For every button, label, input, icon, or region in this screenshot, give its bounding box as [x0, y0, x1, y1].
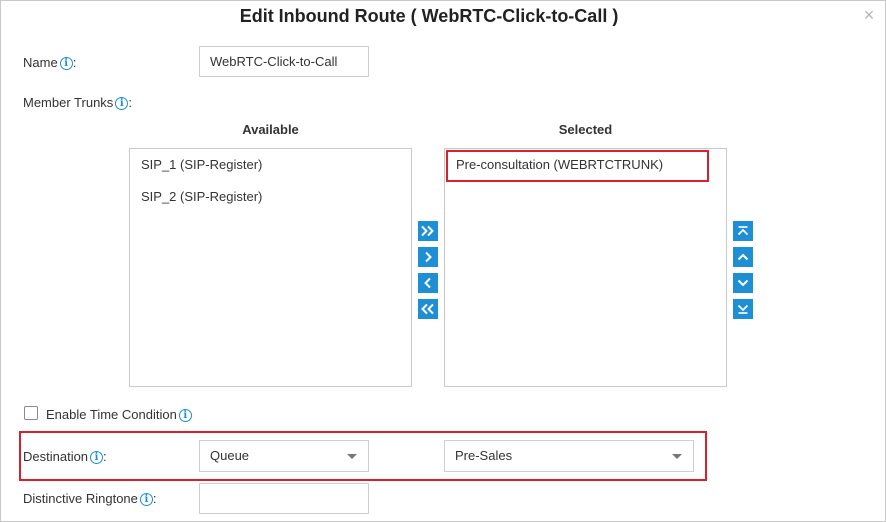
move-bottom-button[interactable] [733, 299, 753, 319]
destination-type-value: Queue [210, 448, 250, 463]
info-icon[interactable]: i [59, 57, 73, 70]
info-icon[interactable]: i [115, 97, 129, 110]
ringtone-label-text: Distinctive Ringtone [23, 491, 138, 506]
destination-label: Destination i: [23, 449, 107, 464]
chevron-down-icon [672, 454, 682, 459]
name-input[interactable]: WebRTC-Click-to-Call [199, 46, 369, 77]
move-top-button[interactable] [733, 221, 753, 241]
move-left-icon [424, 277, 431, 289]
selected-heading: Selected [558, 122, 613, 137]
move-top-icon [737, 226, 749, 236]
move-all-right-icon [421, 225, 434, 237]
destination-label-suffix: : [103, 449, 107, 464]
ringtone-label-suffix: : [152, 491, 157, 506]
close-icon[interactable]: × [861, 6, 877, 24]
selected-item-highlight [446, 150, 709, 182]
member-trunks-label-text: Member Trunks [23, 95, 114, 110]
time-condition-label-text: Enable Time Condition [46, 407, 177, 422]
move-right-icon [425, 251, 432, 263]
destination-label-text: Destination [23, 449, 89, 464]
name-label: Name i: [23, 55, 76, 70]
chevron-down-icon [347, 454, 357, 459]
move-down-icon [737, 279, 749, 287]
list-item[interactable]: SIP_1 (SIP-Register) [141, 157, 262, 172]
name-label-text: Name [23, 55, 58, 70]
destination-target-value: Pre-Sales [455, 448, 513, 463]
move-right-button[interactable] [418, 247, 438, 267]
info-icon[interactable]: i [178, 409, 192, 422]
selected-trunks-list[interactable]: Pre-consultation (WEBRTCTRUNK) [444, 148, 727, 387]
ringtone-input[interactable] [199, 483, 369, 514]
move-bottom-icon [737, 304, 749, 314]
destination-type-select[interactable]: Queue [199, 440, 369, 472]
time-condition-checkbox[interactable] [24, 406, 38, 420]
member-trunks-label: Member Trunks i: [23, 95, 132, 110]
move-all-left-icon [421, 303, 434, 315]
available-heading: Available [242, 122, 299, 137]
move-up-button[interactable] [733, 247, 753, 267]
member-trunks-label-suffix: : [128, 95, 132, 110]
info-icon[interactable]: i [90, 451, 104, 464]
info-icon[interactable]: i [139, 493, 153, 506]
edit-inbound-route-dialog: Edit Inbound Route ( WebRTC-Click-to-Cal… [0, 0, 886, 522]
move-down-button[interactable] [733, 273, 753, 293]
destination-target-select[interactable]: Pre-Sales [444, 440, 694, 472]
time-condition-label: Enable Time Condition i [46, 407, 192, 422]
list-item[interactable]: SIP_2 (SIP-Register) [141, 189, 262, 204]
ringtone-label: Distinctive Ringtone i: [23, 491, 157, 506]
move-all-right-button[interactable] [418, 221, 438, 241]
available-trunks-list[interactable]: SIP_1 (SIP-Register) SIP_2 (SIP-Register… [129, 148, 412, 387]
move-all-left-button[interactable] [418, 299, 438, 319]
name-label-suffix: : [72, 55, 77, 70]
move-left-button[interactable] [418, 273, 438, 293]
dialog-title: Edit Inbound Route ( WebRTC-Click-to-Cal… [239, 6, 619, 26]
move-up-icon [737, 253, 749, 261]
